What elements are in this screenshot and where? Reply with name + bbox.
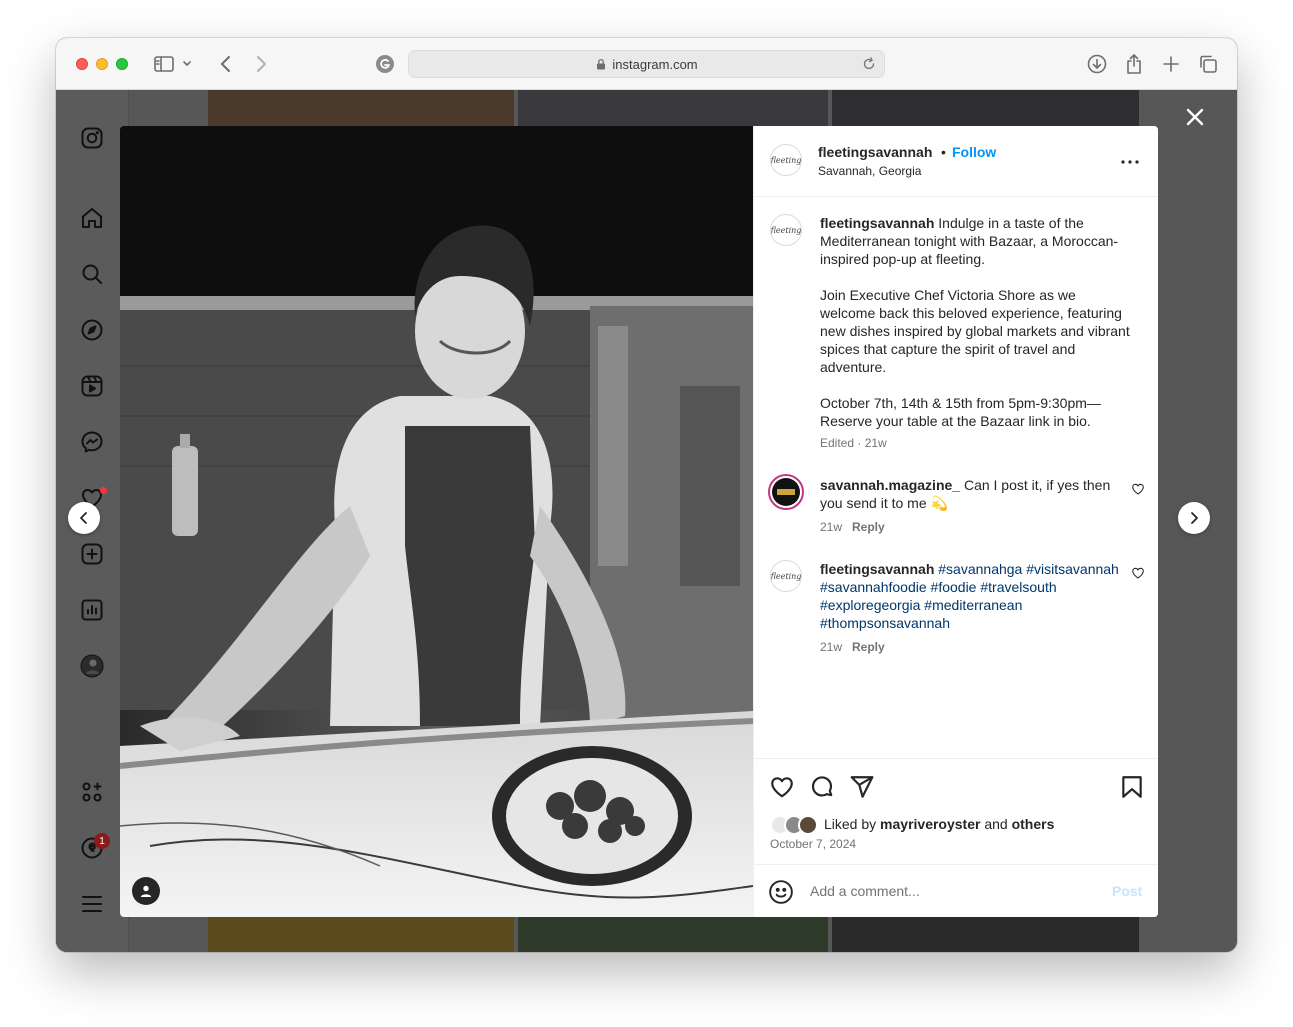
url-text: instagram.com (612, 56, 698, 72)
post-comment-button[interactable]: Post (1112, 883, 1142, 899)
post-details-panel: fleeting fleetingsavannah • Follow Savan… (753, 126, 1158, 917)
next-post-button[interactable] (1178, 502, 1210, 534)
browser-window: instagram.com 1 fleeting fleetingsavanna… (56, 38, 1237, 952)
site-icon (373, 52, 397, 76)
more-options-icon[interactable] (1118, 150, 1142, 174)
author-avatar[interactable]: fleeting (770, 144, 802, 176)
download-icon[interactable] (1085, 52, 1109, 76)
liker-avatar (798, 815, 818, 835)
add-comment-bar: Post (754, 864, 1158, 917)
like-comment-icon[interactable] (1131, 482, 1145, 496)
also-from-meta-icon[interactable] (80, 780, 104, 804)
instagram-logo-icon[interactable] (80, 126, 104, 150)
caption-text: Indulge in a taste of the Mediterranean … (820, 215, 1130, 429)
avatar-signature: fleeting (770, 155, 802, 165)
reply-button[interactable]: Reply (852, 640, 885, 654)
comment-item: fleetingsavannah #savannahga #visitsavan… (820, 560, 1130, 632)
author-username[interactable]: fleetingsavannah (818, 144, 932, 160)
share-icon[interactable] (1122, 52, 1146, 76)
chevron-left-icon (80, 512, 87, 524)
forward-icon[interactable] (249, 52, 273, 76)
post-actions: Liked by mayriveroyster and others Octob… (754, 758, 1158, 864)
maximize-window-button[interactable] (116, 58, 128, 70)
close-window-button[interactable] (76, 58, 88, 70)
comment-icon[interactable] (808, 773, 836, 801)
caption-meta: Edited · 21w (820, 436, 887, 450)
search-icon[interactable] (80, 262, 104, 286)
browser-toolbar: instagram.com (56, 38, 1237, 90)
commenter-avatar[interactable]: fleeting (770, 560, 802, 592)
threads-badge: 1 (94, 833, 110, 849)
post-photo[interactable] (120, 126, 753, 917)
liker-avatars[interactable] (770, 815, 822, 835)
post-header: fleeting fleetingsavannah • Follow Savan… (754, 126, 1158, 197)
liked-by-text: Liked by mayriveroyster and others (824, 816, 1055, 832)
comment-meta: 21w Reply (820, 640, 885, 654)
comment-username[interactable]: fleetingsavannah (820, 561, 934, 577)
comment-username[interactable]: savannah.magazine_ (820, 477, 960, 493)
liked-by-user[interactable]: mayriveroyster (880, 816, 980, 832)
sidebar-toggle-icon[interactable] (152, 52, 176, 76)
caption-username[interactable]: fleetingsavannah (820, 215, 934, 231)
new-tab-icon[interactable] (1159, 52, 1183, 76)
profile-avatar[interactable] (80, 654, 104, 678)
previous-post-button[interactable] (68, 502, 100, 534)
header-separator: • (941, 144, 946, 160)
lock-icon (597, 58, 606, 70)
minimize-window-button[interactable] (96, 58, 108, 70)
menu-icon[interactable] (80, 892, 104, 916)
comment-time: 21w (820, 520, 843, 534)
reels-icon[interactable] (80, 374, 104, 398)
messenger-icon[interactable] (80, 430, 104, 454)
page-content: 1 fleeting fleetingsavannah • Follow Sav… (56, 90, 1237, 952)
comments-list: fleeting fleetingsavannah Indulge in a t… (754, 198, 1158, 758)
emoji-icon[interactable] (768, 879, 794, 905)
tab-overview-icon[interactable] (1196, 52, 1220, 76)
caption-avatar[interactable]: fleeting (770, 214, 802, 246)
post-modal: fleeting fleetingsavannah • Follow Savan… (120, 126, 1158, 917)
save-bookmark-icon[interactable] (1118, 773, 1146, 801)
close-modal-icon[interactable] (1184, 106, 1206, 128)
back-icon[interactable] (214, 52, 238, 76)
comment-input[interactable] (810, 881, 1090, 901)
comment-meta: 21w Reply (820, 520, 885, 534)
chevron-right-icon (1191, 512, 1198, 524)
comment-item: savannah.magazine_ Can I post it, if yes… (820, 476, 1130, 512)
chevron-down-icon[interactable] (180, 52, 194, 76)
chef-photo-illustration (120, 126, 753, 917)
create-icon[interactable] (80, 542, 104, 566)
commenter-avatar[interactable] (768, 474, 804, 510)
like-comment-icon[interactable] (1131, 566, 1145, 580)
reply-button[interactable]: Reply (852, 520, 885, 534)
liked-by-others[interactable]: others (1012, 816, 1055, 832)
share-post-icon[interactable] (848, 773, 876, 801)
notification-dot (100, 487, 107, 494)
reload-icon[interactable] (862, 57, 876, 71)
dashboard-icon[interactable] (80, 598, 104, 622)
tagged-users-button[interactable] (132, 877, 160, 905)
follow-button[interactable]: Follow (952, 144, 996, 160)
post-location[interactable]: Savannah, Georgia (818, 164, 921, 178)
user-tag-icon (140, 885, 152, 897)
comment-time: 21w (820, 640, 843, 654)
home-icon[interactable] (80, 206, 104, 230)
caption: fleetingsavannah Indulge in a taste of t… (820, 214, 1130, 430)
post-date[interactable]: October 7, 2024 (770, 837, 856, 851)
address-bar[interactable]: instagram.com (408, 50, 885, 78)
explore-icon[interactable] (80, 318, 104, 342)
like-icon[interactable] (768, 773, 796, 801)
